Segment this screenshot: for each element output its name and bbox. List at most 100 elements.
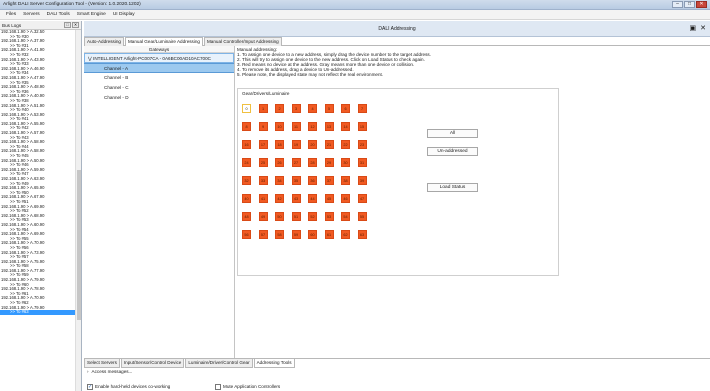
close-icon[interactable]: ✕ [700, 25, 706, 32]
address-cell[interactable]: 15 [357, 122, 367, 131]
address-cell[interactable]: 33 [258, 176, 268, 185]
address-cell[interactable]: 3 [291, 104, 301, 113]
address-cell[interactable]: 31 [357, 158, 367, 167]
channel-item-a[interactable]: Channel - A [84, 63, 234, 73]
address-cell[interactable]: 19 [291, 140, 301, 149]
tab-luminaire-driver[interactable]: Luminaire/Driver/Control Gear [185, 359, 253, 368]
address-cell[interactable]: 52 [308, 212, 317, 221]
address-cell[interactable]: 45 [324, 194, 334, 203]
unaddressed-button[interactable]: Un-addressed [427, 147, 478, 156]
address-cell[interactable]: 12 [308, 122, 317, 131]
address-cell[interactable]: 39 [357, 176, 367, 185]
address-cell[interactable]: 56 [242, 230, 251, 239]
address-cell[interactable]: 28 [308, 158, 317, 167]
minimize-button[interactable]: – [672, 1, 683, 8]
tab-manual-controller-addressing[interactable]: Manual Controller/Input Addressing [203, 37, 282, 46]
address-cell[interactable]: 60 [308, 230, 317, 239]
address-cell[interactable]: 23 [357, 140, 367, 149]
address-cell[interactable]: 62 [341, 230, 350, 239]
address-cell[interactable]: 25 [258, 158, 268, 167]
menu-files[interactable]: Files [6, 12, 16, 17]
address-cell[interactable]: 26 [275, 158, 284, 167]
address-cell[interactable]: 48 [242, 212, 251, 221]
address-cell[interactable]: 1 [258, 104, 268, 113]
tab-auto-addressing[interactable]: Auto-Addressing [84, 37, 124, 46]
gateway-item[interactable]: ⋁ INTELLIGENT Arlight-PC007CA - 0A6BC00A… [84, 53, 234, 63]
address-cell[interactable]: 14 [341, 122, 350, 131]
address-cell[interactable]: 22 [341, 140, 350, 149]
address-cell[interactable]: 32 [242, 176, 251, 185]
address-cell[interactable]: 59 [291, 230, 301, 239]
menu-smart-engine[interactable]: Smart Engine [77, 12, 106, 17]
bus-logs-scrollbar[interactable] [75, 30, 81, 391]
address-cell[interactable]: 55 [357, 212, 367, 221]
address-cell[interactable]: 50 [275, 212, 284, 221]
address-cell[interactable]: 43 [291, 194, 301, 203]
access-messages[interactable]: › Access messages... [87, 369, 132, 374]
address-cell[interactable]: 37 [324, 176, 334, 185]
bus-log-list[interactable]: 192.168.1.90 > A.32.50 >> To #30 192.168.1… [0, 30, 76, 391]
address-cell[interactable]: 18 [275, 140, 284, 149]
address-cell[interactable]: 24 [242, 158, 251, 167]
channel-item-c[interactable]: Channel - C [84, 83, 234, 93]
address-cell[interactable]: 13 [324, 122, 334, 131]
address-cell[interactable]: 61 [324, 230, 334, 239]
tab-addressing-tools[interactable]: Addressing Tools [253, 359, 295, 368]
close-button[interactable]: ✕ [696, 1, 707, 8]
mute-controllers-checkbox[interactable] [215, 383, 221, 390]
all-button[interactable]: All [427, 129, 478, 138]
address-cell[interactable]: 10 [275, 122, 284, 131]
address-cell[interactable]: 41 [258, 194, 268, 203]
address-cell[interactable]: 21 [324, 140, 334, 149]
address-cell[interactable]: 20 [308, 140, 317, 149]
address-cell[interactable]: 5 [324, 104, 334, 113]
address-cell[interactable]: 6 [341, 104, 350, 113]
chevron-right-icon[interactable]: › [87, 369, 89, 374]
address-cell[interactable]: 53 [324, 212, 334, 221]
restore-icon[interactable]: ▣ [690, 25, 697, 32]
address-cell[interactable]: 42 [275, 194, 284, 203]
address-cell[interactable]: 7 [357, 104, 367, 113]
bus-logs-close-button[interactable]: ✕ [72, 22, 79, 28]
address-cell[interactable]: 38 [341, 176, 350, 185]
menu-servers[interactable]: Servers [23, 12, 40, 17]
address-cell[interactable]: 30 [341, 158, 350, 167]
address-cell[interactable]: 11 [291, 122, 301, 131]
address-cell[interactable]: 8 [242, 122, 251, 131]
address-cell[interactable]: 47 [357, 194, 367, 203]
address-cell[interactable]: 4 [308, 104, 317, 113]
bus-log-target[interactable]: >> To #63 [0, 310, 76, 315]
address-cell[interactable]: 34 [275, 176, 284, 185]
channel-item-b[interactable]: Channel - B [84, 73, 234, 83]
address-cell[interactable]: 17 [258, 140, 268, 149]
address-cell[interactable]: 40 [242, 194, 251, 203]
address-cell[interactable]: 44 [308, 194, 317, 203]
address-cell[interactable]: 35 [291, 176, 301, 185]
address-cell[interactable]: 16 [242, 140, 251, 149]
address-cell[interactable]: 29 [324, 158, 334, 167]
tab-select-servers[interactable]: Select Servers [84, 359, 120, 368]
address-cell[interactable]: 46 [341, 194, 350, 203]
address-cell[interactable]: 57 [258, 230, 268, 239]
menu-dali-tools[interactable]: DALI Tools [47, 12, 70, 17]
address-cell[interactable]: 51 [291, 212, 301, 221]
address-cell[interactable]: 36 [308, 176, 317, 185]
address-cell[interactable]: 49 [258, 212, 268, 221]
address-cell[interactable]: 54 [341, 212, 350, 221]
document-controls: ▣ ✕ [690, 25, 707, 32]
maximize-button[interactable]: □ [684, 1, 695, 8]
expand-icon[interactable]: ⋁ [88, 56, 92, 61]
load-status-button[interactable]: Load Status [427, 183, 478, 192]
address-cell[interactable]: 27 [291, 158, 301, 167]
address-cell[interactable]: 58 [275, 230, 284, 239]
scrollbar-thumb[interactable] [77, 170, 81, 320]
address-cell[interactable]: 9 [258, 122, 268, 131]
address-cell[interactable]: 0 [242, 104, 251, 113]
channel-item-d[interactable]: Channel - D [84, 93, 234, 103]
address-cell[interactable]: 2 [275, 104, 284, 113]
enable-cowork-checkbox[interactable]: ✓ [87, 383, 93, 390]
menu-ui-display[interactable]: UI Display [113, 12, 135, 17]
tab-input-sensor-control[interactable]: Input/Sensor/Control Device [120, 359, 185, 368]
address-cell[interactable]: 63 [357, 230, 367, 239]
bus-logs-float-button[interactable]: □ [64, 22, 71, 28]
